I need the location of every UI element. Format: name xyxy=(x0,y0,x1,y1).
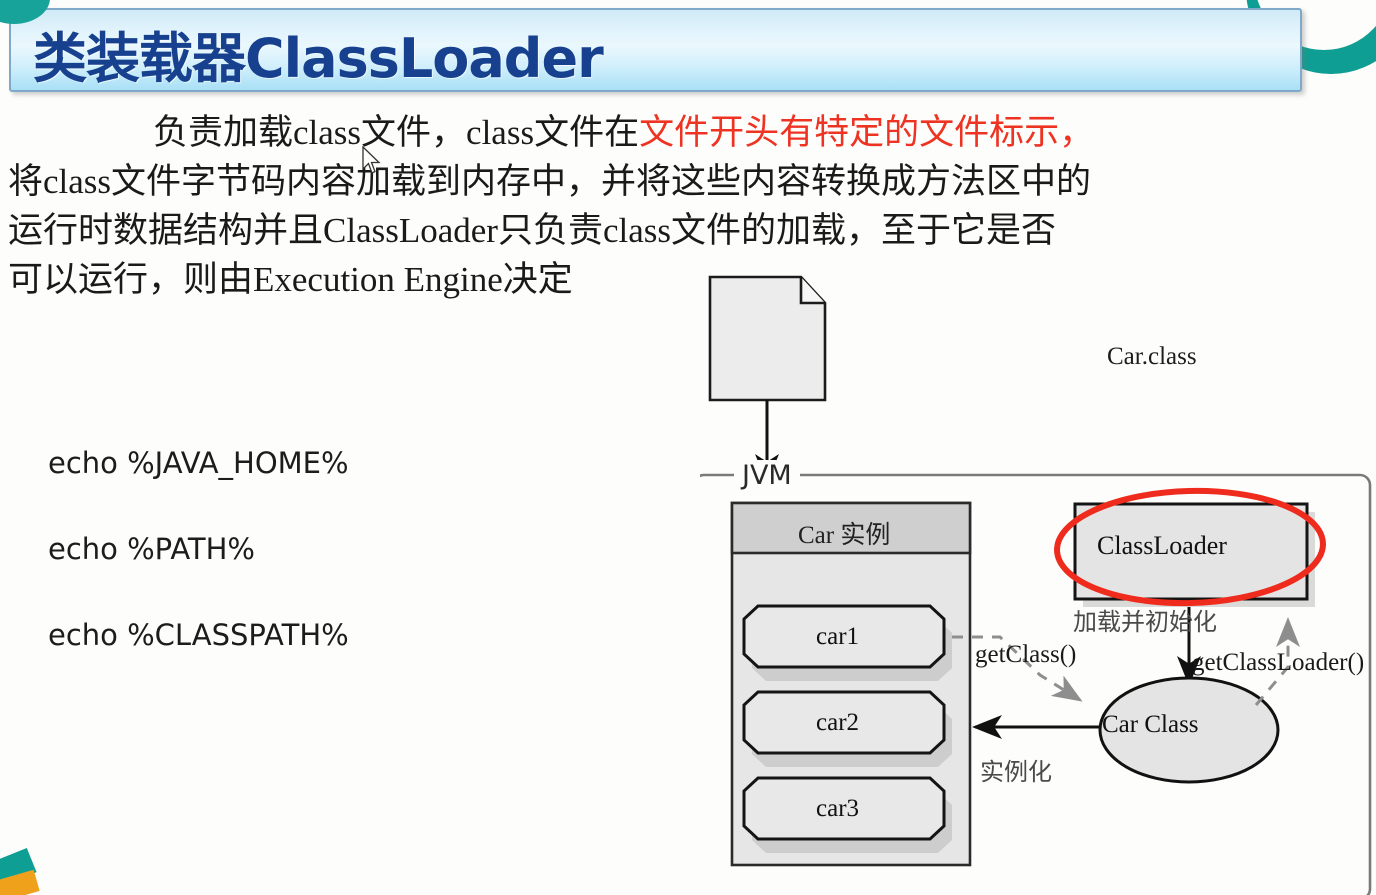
label-car2: car2 xyxy=(816,709,860,736)
command-classpath: echo %CLASSPATH% xyxy=(48,618,349,652)
diagram-canvas xyxy=(700,275,1372,895)
car-class-file-node xyxy=(708,275,827,402)
slide-canvas: 类装载器ClassLoader 负责加载class文件，class文件在文件开头… xyxy=(0,0,1376,895)
label-classloader: ClassLoader xyxy=(1097,531,1227,560)
command-path: echo %PATH% xyxy=(48,532,255,566)
paragraph-line1-plain: 负责加载class文件，class文件在 xyxy=(153,113,640,152)
page-title-cn: 类装载器 xyxy=(33,27,246,90)
paragraph-line2: 将class文件字节码内容加载到内存中，并将这些内容转换成方法区中的 xyxy=(8,162,1092,201)
command-java-home: echo %JAVA_HOME% xyxy=(48,446,349,480)
page-title: 类装载器ClassLoader xyxy=(33,14,604,93)
paragraph-line3: 运行时数据结构并且ClassLoader只负责class文件的加载，至于它是否 xyxy=(8,211,1056,250)
label-car-instances: Car 实例 xyxy=(798,522,891,549)
paragraph-line1-highlight: 文件开头有特定的文件标示， xyxy=(639,113,1095,152)
page-title-en: ClassLoader xyxy=(245,27,604,90)
label-jvm: JVM xyxy=(737,460,797,491)
classloader-diagram: Car.class JVM Car 实例 car1 car2 car3 Clas… xyxy=(700,275,1376,895)
label-get-class: getClass() xyxy=(975,641,1077,668)
label-load-and-init: 加载并初始化 xyxy=(1073,608,1217,636)
label-car-class-file: Car.class xyxy=(1107,343,1197,370)
mouse-cursor-icon xyxy=(362,146,381,174)
label-car3: car3 xyxy=(816,795,860,822)
title-banner: 类装载器ClassLoader xyxy=(9,8,1302,92)
label-car-class-node: Car Class xyxy=(1102,711,1199,738)
label-get-classloader: getClassLoader() xyxy=(1192,649,1365,676)
paragraph-line4: 可以运行，则由Execution Engine决定 xyxy=(8,260,573,299)
label-car1: car1 xyxy=(816,623,860,650)
label-instantiate: 实例化 xyxy=(980,758,1052,786)
